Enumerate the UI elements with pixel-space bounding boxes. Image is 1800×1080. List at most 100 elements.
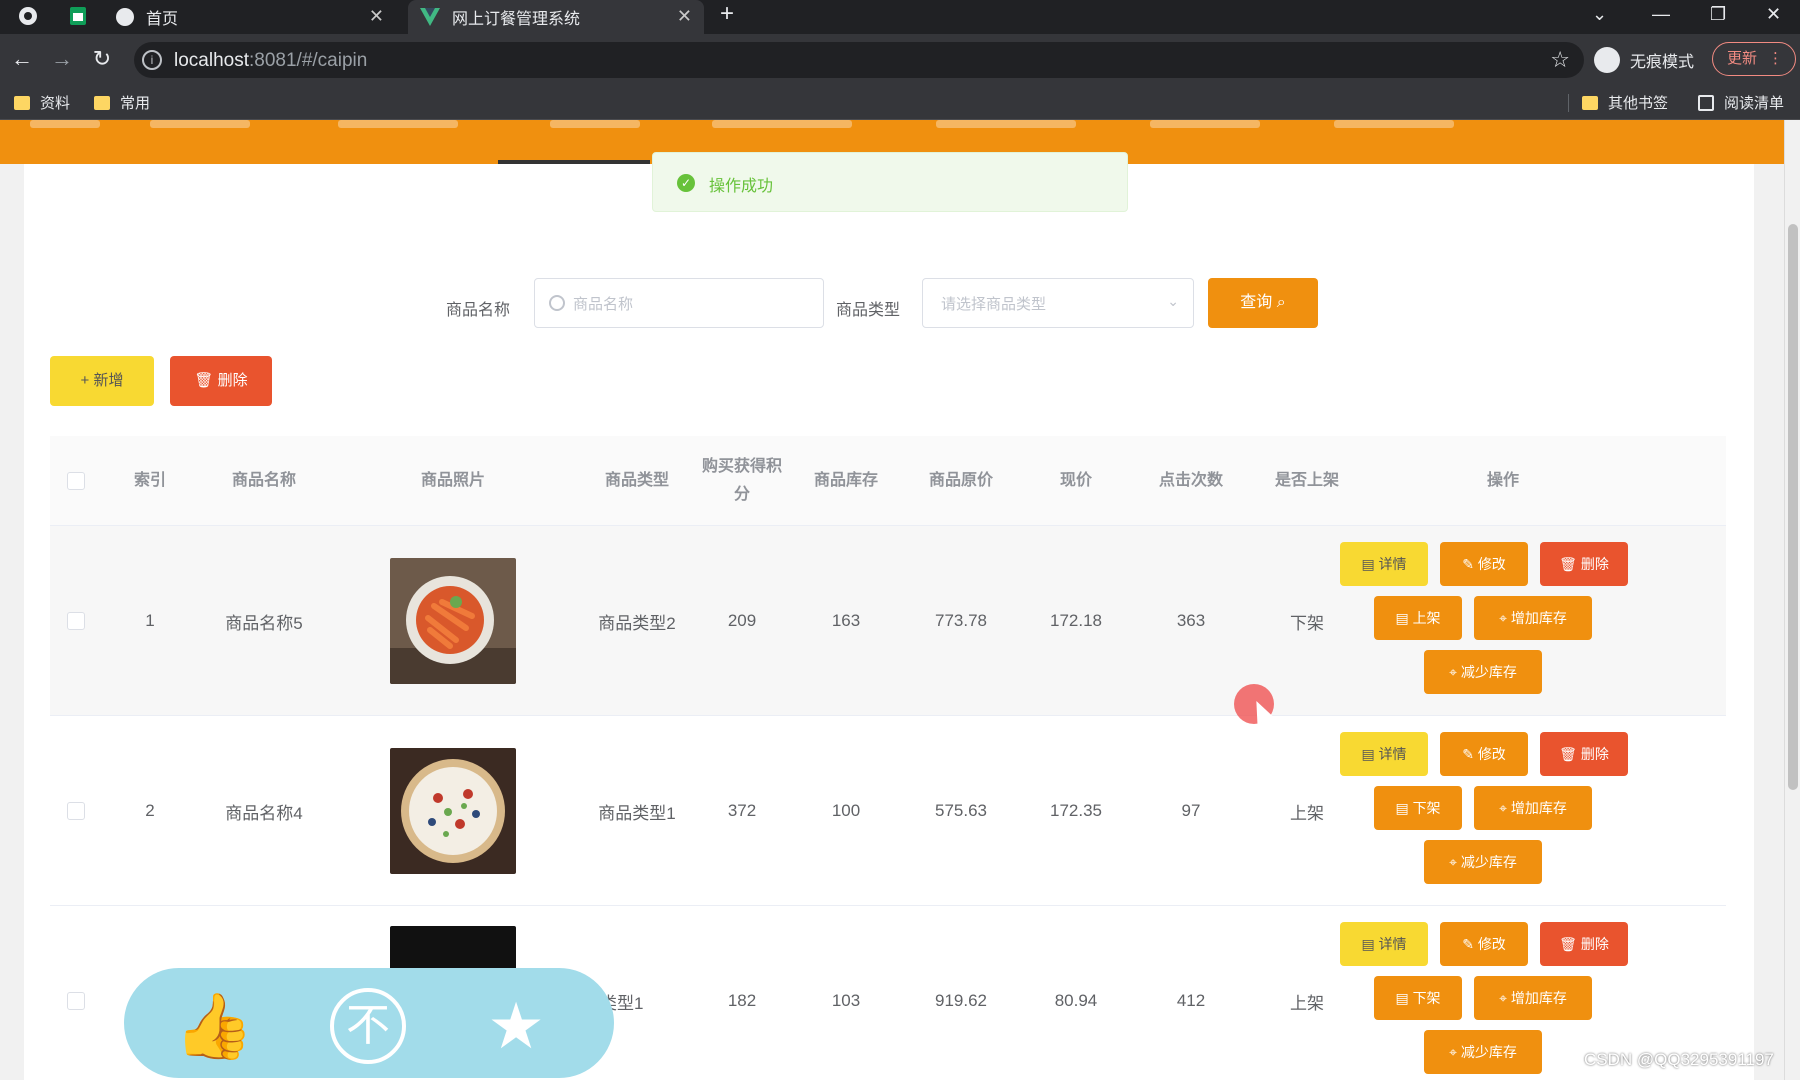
detail-label: 详情 — [1378, 936, 1407, 952]
tab-ordering-system[interactable]: 网上订餐管理系统 ✕ — [408, 0, 704, 34]
site-info-icon[interactable]: i — [142, 50, 162, 70]
bookmarks-bar: 资料 常用 其他书签 阅读清单 — [0, 86, 1800, 120]
bookmark-star-icon[interactable]: ☆ — [1550, 47, 1570, 73]
window-close-icon[interactable]: ✕ — [1766, 4, 1781, 25]
detail-button[interactable]: ▤ 详情 — [1340, 922, 1428, 966]
cell-orig-price: 919.62 — [935, 991, 987, 1010]
header-stock: 商品库存 — [813, 472, 878, 489]
nav-item-partial[interactable] — [150, 120, 250, 128]
location-icon: ⌖ — [1449, 1044, 1461, 1060]
folder-icon — [14, 95, 30, 110]
browser-tab-bar: 首页 ✕ 网上订餐管理系统 ✕ + ⌄ — ❐ ✕ — [0, 0, 1800, 34]
edit-button[interactable]: ✎ 修改 — [1440, 542, 1528, 586]
tab-search-icon[interactable]: ⌄ — [1592, 4, 1607, 25]
nav-item-partial[interactable] — [1334, 120, 1454, 128]
forward-icon[interactable]: → — [48, 46, 76, 72]
row-checkbox[interactable] — [67, 802, 85, 820]
toggle-listing-button[interactable]: ▤ 下架 — [1374, 976, 1462, 1020]
edit-label: 修改 — [1477, 556, 1506, 572]
delete-button[interactable]: 🗑 删除 — [1540, 732, 1628, 776]
cell-clicks: 97 — [1181, 801, 1201, 820]
update-button[interactable]: 更新 ⋮ — [1712, 42, 1796, 76]
update-label: 更新 — [1727, 50, 1758, 67]
edit-button[interactable]: ✎ 修改 — [1440, 922, 1528, 966]
type-search-label: 商品类型 — [836, 302, 901, 319]
toggle-listing-button[interactable]: ▤ 下架 — [1374, 786, 1462, 830]
trash-icon: 🗑 — [1559, 936, 1581, 952]
nav-item-partial[interactable] — [712, 120, 852, 128]
search-icon — [549, 295, 565, 311]
tab-home[interactable]: 首页 ✕ — [116, 0, 396, 34]
name-search-input[interactable]: 商品名称 — [534, 278, 824, 328]
scrollbar-thumb[interactable] — [1788, 224, 1798, 790]
header-type: 商品类型 — [604, 472, 669, 489]
cell-type: 商品类型1 — [598, 803, 676, 823]
toggle-listing-button[interactable]: ▤ 上架 — [1374, 596, 1462, 640]
cell-points: 372 — [727, 801, 757, 820]
coin-icon[interactable]: 不 — [330, 988, 406, 1064]
page-scrollbar[interactable] — [1784, 120, 1800, 1080]
header-clicks: 点击次数 — [1158, 472, 1223, 489]
thumbs-up-icon[interactable]: 👍 — [174, 988, 254, 1064]
incognito-label: 无痕模式 — [1630, 54, 1695, 71]
name-search-label: 商品名称 — [446, 302, 511, 319]
cell-points: 182 — [727, 991, 757, 1010]
nav-item-partial[interactable] — [936, 120, 1076, 128]
cell-stock: 163 — [831, 611, 861, 630]
reduce-stock-button[interactable]: ⌖ 减少库存 — [1424, 840, 1542, 884]
browser-menu-icon[interactable] — [18, 6, 38, 26]
reload-icon[interactable]: ↻ — [88, 46, 116, 72]
reading-list[interactable]: 阅读清单 — [1698, 92, 1784, 113]
pencil-icon: ✎ — [1462, 746, 1478, 762]
share-overlay: 👍 不 ★ — [124, 968, 614, 1078]
sheets-app-icon[interactable] — [68, 6, 88, 26]
other-bookmarks[interactable]: 其他书签 — [1582, 92, 1668, 113]
row-checkbox[interactable] — [67, 992, 85, 1010]
address-bar[interactable]: i localhost:8081/#/caipin ☆ — [134, 42, 1584, 78]
type-select[interactable]: 请选择商品类型 ⌄ — [922, 278, 1194, 328]
minimize-icon[interactable]: — — [1652, 4, 1670, 25]
add-stock-button[interactable]: ⌖ 增加库存 — [1474, 596, 1592, 640]
product-photo[interactable] — [390, 748, 516, 874]
pencil-icon: ✎ — [1462, 556, 1478, 572]
reduce-stock-button[interactable]: ⌖ 减少库存 — [1424, 1030, 1542, 1074]
reduce-stock-button[interactable]: ⌖ 减少库存 — [1424, 650, 1542, 694]
select-all-checkbox[interactable] — [67, 472, 85, 490]
nav-item-active[interactable] — [550, 120, 640, 128]
nav-item-partial[interactable] — [1150, 120, 1260, 128]
add-stock-label: 增加库存 — [1510, 800, 1567, 816]
nav-item-partial[interactable] — [338, 120, 458, 128]
restore-icon[interactable]: ❐ — [1710, 4, 1726, 25]
pencil-icon: ✎ — [1462, 936, 1478, 952]
add-button[interactable]: + 新增 — [50, 356, 154, 406]
row-checkbox[interactable] — [67, 612, 85, 630]
incognito-indicator[interactable]: 无痕模式 — [1594, 42, 1694, 78]
add-stock-button[interactable]: ⌖ 增加库存 — [1474, 976, 1592, 1020]
document-icon: ▤ — [1395, 800, 1413, 816]
query-button[interactable]: 查询 ⌕ — [1208, 278, 1318, 328]
back-icon[interactable]: ← — [8, 46, 36, 72]
close-icon[interactable]: ✕ — [369, 6, 384, 27]
bookmark-folder-ziliao[interactable]: 资料 — [14, 92, 70, 113]
bulk-delete-button[interactable]: 🗑 删除 — [170, 356, 272, 406]
delete-button[interactable]: 🗑 删除 — [1540, 542, 1628, 586]
delete-button[interactable]: 🗑 删除 — [1540, 922, 1628, 966]
check-circle-icon: ✓ — [677, 174, 695, 192]
edit-button[interactable]: ✎ 修改 — [1440, 732, 1528, 776]
cell-price: 172.18 — [1050, 611, 1102, 630]
folder-icon — [1582, 95, 1598, 110]
product-photo[interactable] — [390, 558, 516, 684]
cell-orig-price: 575.63 — [935, 801, 987, 820]
nav-item-partial[interactable] — [30, 120, 100, 128]
close-icon[interactable]: ✕ — [677, 6, 692, 27]
detail-button[interactable]: ▤ 详情 — [1340, 732, 1428, 776]
add-stock-button[interactable]: ⌖ 增加库存 — [1474, 786, 1592, 830]
browser-toolbar: ← → ↻ i localhost:8081/#/caipin ☆ 无痕模式 更… — [0, 34, 1800, 86]
bookmark-label: 常用 — [120, 95, 151, 112]
star-icon[interactable]: ★ — [478, 988, 554, 1064]
bookmark-folder-changyong[interactable]: 常用 — [94, 92, 150, 113]
cell-stock: 103 — [831, 991, 861, 1010]
detail-button[interactable]: ▤ 详情 — [1340, 542, 1428, 586]
cell-index: 2 — [145, 801, 155, 820]
new-tab-icon[interactable]: + — [720, 0, 734, 28]
